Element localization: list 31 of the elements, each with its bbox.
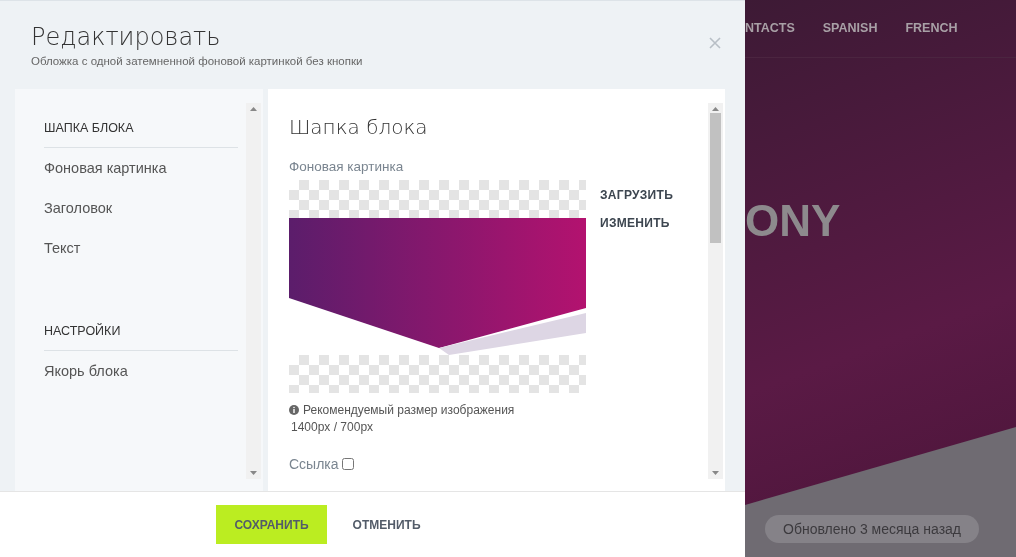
- scroll-down-icon[interactable]: [250, 471, 257, 475]
- nav-link[interactable]: FRENCH: [905, 21, 958, 57]
- nav-link[interactable]: SPANISH: [822, 21, 878, 57]
- image-action-button[interactable]: ЗАГРУЗИТЬ: [600, 188, 674, 202]
- close-icon[interactable]: [709, 37, 721, 49]
- sidebar-item[interactable]: Фоновая картинка: [44, 148, 246, 188]
- size-text: 1400px / 700px: [290, 420, 375, 434]
- dialog-title: Редактировать: [31, 23, 222, 51]
- scroll-down-icon[interactable]: [712, 471, 719, 475]
- content-title: Шапка блока: [289, 115, 429, 139]
- field-label: Фоновая картинка: [289, 159, 405, 174]
- sidebar-item[interactable]: Якорь блока: [44, 351, 246, 391]
- cancel-button[interactable]: ОТМЕНИТЬ: [334, 505, 439, 544]
- scrollbar[interactable]: [246, 103, 261, 479]
- link-checkbox[interactable]: [341, 458, 354, 470]
- hint-text: Рекомендуемый размер изображения: [303, 403, 515, 417]
- image-action-button[interactable]: ИЗМЕНИТЬ: [600, 216, 674, 230]
- info-icon: [289, 405, 299, 415]
- scroll-up-icon[interactable]: [250, 107, 257, 111]
- site-headline: ONY: [745, 196, 842, 246]
- updated-badge: Обновлено 3 месяца назад: [765, 515, 979, 543]
- scrollbar[interactable]: [708, 103, 723, 479]
- section-title: НАСТРОЙКИ: [44, 314, 238, 351]
- sidebar-item[interactable]: Заголовок: [44, 188, 246, 228]
- nav-link[interactable]: NTACTS: [745, 21, 795, 57]
- link-label: Ссылка: [289, 456, 339, 472]
- section-title: ШАПКА БЛОКА: [44, 111, 238, 148]
- scroll-up-icon[interactable]: [712, 107, 719, 111]
- sidebar-item[interactable]: Текст: [44, 228, 246, 268]
- save-button[interactable]: СОХРАНИТЬ: [216, 505, 327, 544]
- dialog-subtitle: Обложка с одной затемненной фоновой картинкой без кнопки: [31, 55, 363, 67]
